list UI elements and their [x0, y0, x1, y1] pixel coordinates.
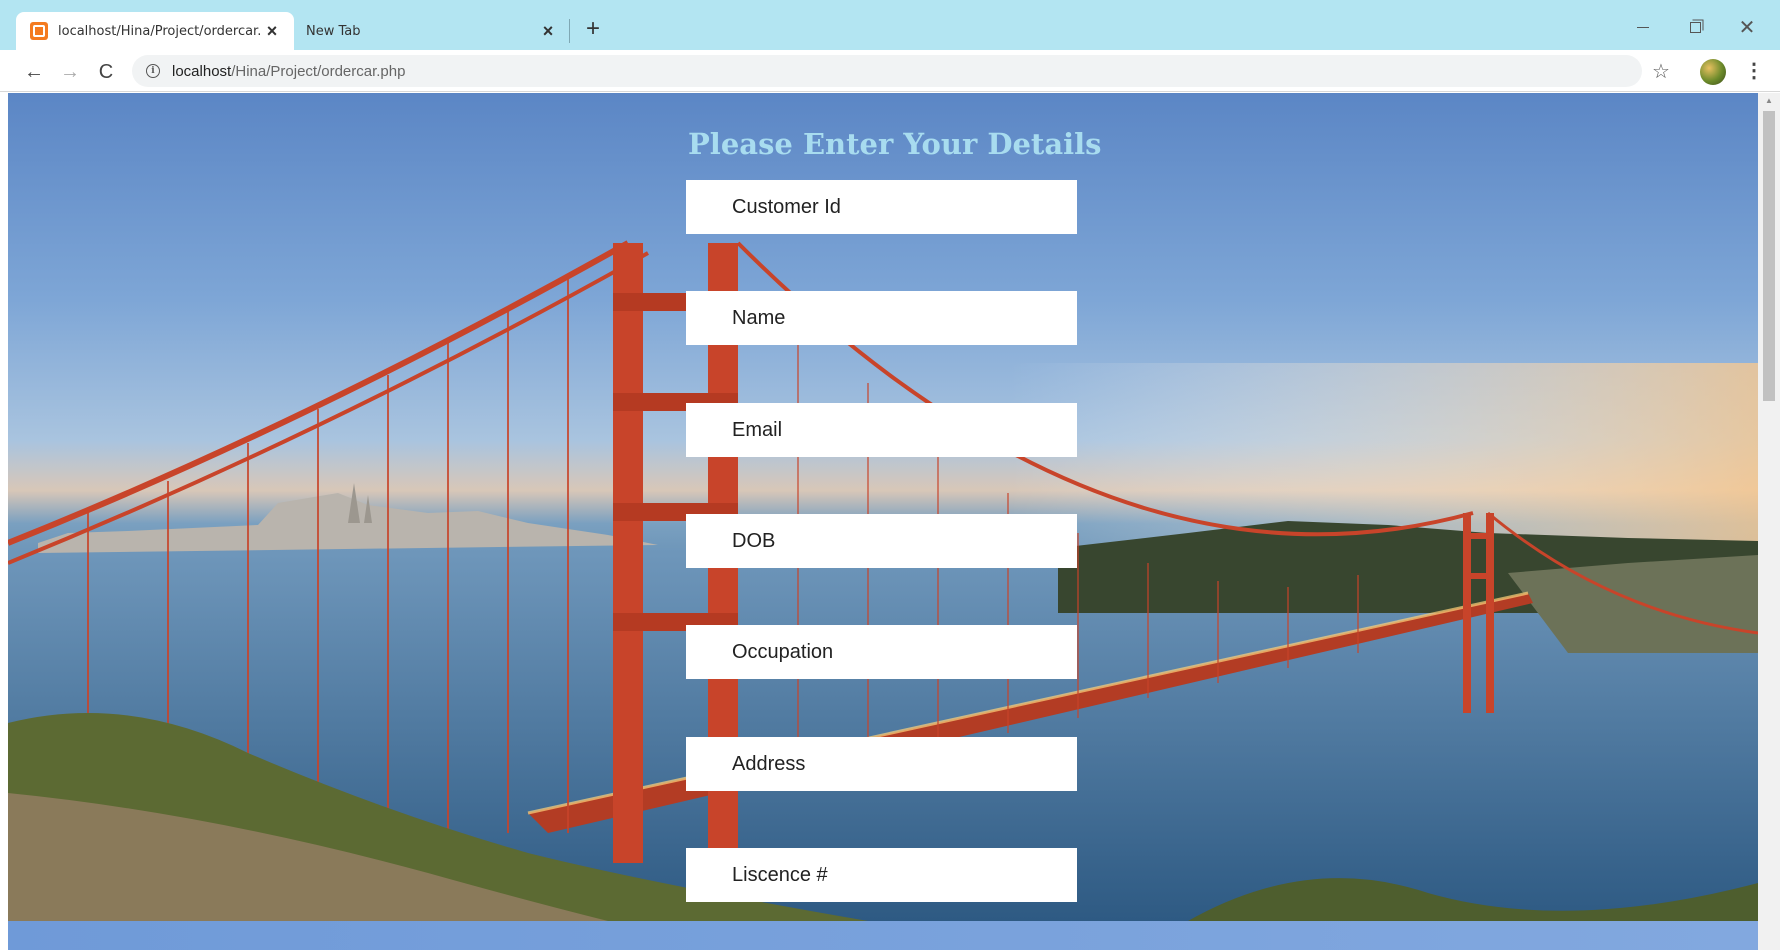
email-input[interactable]: [686, 403, 1077, 457]
tab-close-icon[interactable]: ×: [260, 19, 284, 43]
tab-new-tab[interactable]: New Tab ×: [294, 12, 570, 50]
xampp-favicon-icon: [30, 22, 48, 40]
tab-close-icon[interactable]: ×: [536, 19, 560, 43]
minimize-window-icon[interactable]: [1620, 12, 1666, 42]
dob-input[interactable]: [686, 514, 1077, 568]
page-scrollbar[interactable]: ▲: [1758, 93, 1780, 950]
customer-id-input[interactable]: [686, 180, 1077, 234]
close-window-icon[interactable]: ✕: [1724, 12, 1770, 42]
browser-toolbar: ← → C i localhost/Hina/Project/ordercar.…: [0, 50, 1780, 92]
licence-number-input[interactable]: [686, 848, 1077, 902]
name-input[interactable]: [686, 291, 1077, 345]
kebab-menu-icon[interactable]: ⋮: [1744, 58, 1764, 86]
address-bar[interactable]: i localhost/Hina/Project/ordercar.php: [132, 55, 1642, 87]
occupation-input[interactable]: [686, 625, 1077, 679]
url-path: /Hina/Project/ordercar.php: [231, 62, 406, 80]
tab-title: New Tab: [306, 23, 361, 39]
tab-ordercar[interactable]: localhost/Hina/Project/ordercar.php ×: [16, 12, 294, 50]
scroll-up-arrow-icon[interactable]: ▲: [1758, 93, 1780, 109]
bookmark-star-icon[interactable]: ☆: [1652, 59, 1670, 84]
forward-arrow-icon[interactable]: →: [56, 58, 84, 86]
browser-titlebar: localhost/Hina/Project/ordercar.php × Ne…: [0, 0, 1780, 50]
tab-title: localhost/Hina/Project/ordercar.php: [58, 23, 260, 39]
site-info-icon[interactable]: i: [146, 64, 160, 78]
new-tab-icon[interactable]: +: [580, 17, 606, 43]
reload-icon[interactable]: C: [92, 58, 120, 86]
tab-separator: [569, 19, 570, 43]
profile-avatar[interactable]: [1700, 59, 1726, 85]
url-host: localhost: [172, 62, 232, 80]
address-input[interactable]: [686, 737, 1077, 791]
scroll-thumb[interactable]: [1763, 111, 1775, 401]
back-arrow-icon[interactable]: ←: [20, 58, 48, 86]
page-footer-band: [8, 921, 1758, 950]
form-title: Please Enter Your Details: [688, 127, 1102, 161]
restore-window-icon[interactable]: [1672, 12, 1718, 42]
